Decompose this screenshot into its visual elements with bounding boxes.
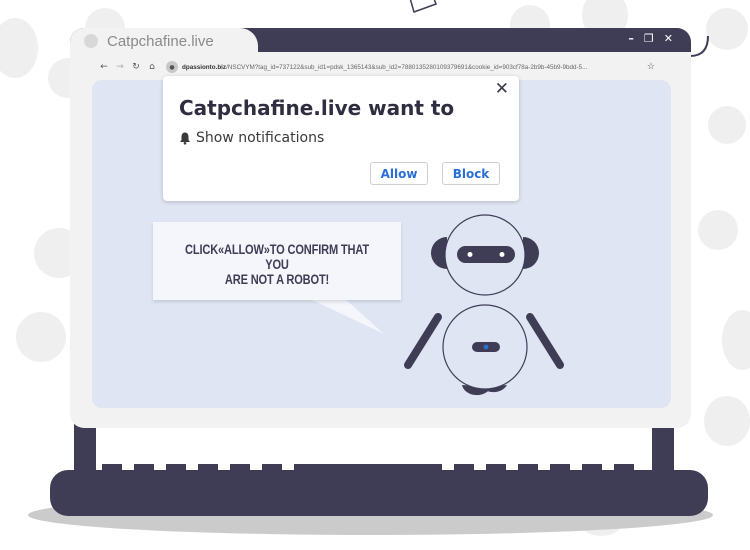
speech-tail	[308, 298, 384, 334]
captcha-instruction: CLICK«ALLOW»TO CONFIRM THAT YOU ARE NOT …	[175, 242, 378, 287]
background-bubble	[704, 396, 750, 446]
close-window-icon[interactable]: ✕	[664, 32, 673, 45]
minimize-icon[interactable]: –	[628, 32, 634, 45]
robot-arm-right	[526, 313, 564, 369]
background-bubble	[708, 106, 746, 144]
speech-bubble: CLICK«ALLOW»TO CONFIRM THAT YOU ARE NOT …	[153, 222, 401, 300]
robot-illustration	[404, 214, 564, 396]
instruction-line-1: CLICK«ALLOW»TO CONFIRM THAT YOU	[185, 242, 369, 272]
forward-icon[interactable]: →	[112, 62, 128, 72]
address-bar: ← → ↻ ⌂ ● dpassionto.biz/NSCVYM?tag_id=7…	[70, 56, 691, 78]
back-icon[interactable]: ←	[96, 62, 112, 72]
url-domain: dpassionto.biz	[182, 63, 227, 71]
home-icon[interactable]: ⌂	[144, 62, 160, 72]
permission-text: Show notifications	[196, 130, 325, 146]
window-controls: – ❐ ✕	[628, 32, 673, 45]
background-bubble	[706, 8, 748, 50]
globe-icon	[84, 34, 98, 48]
robot-eye-right	[499, 252, 505, 257]
background-bubble	[698, 210, 738, 250]
decorative-outline-shape	[409, 0, 437, 13]
url-path: /NSCVYM?tag_id=737122&sub_id1=pdsk_13651…	[226, 63, 588, 71]
background-bubble	[16, 312, 66, 362]
notification-permission-dialog: ✕ Catpchafine.live want to Show notifica…	[163, 76, 519, 201]
robot-arm-left	[404, 313, 442, 369]
robot-eye-left	[467, 252, 473, 257]
bell-icon	[180, 132, 190, 145]
background-bubble	[722, 310, 750, 370]
decorative-curve	[689, 36, 709, 57]
reload-icon[interactable]: ↻	[128, 62, 144, 72]
browser-tab[interactable]: Catpchafine.live	[70, 28, 258, 54]
laptop-base	[50, 470, 708, 516]
robot-chest-light	[483, 344, 489, 350]
restore-icon[interactable]: ❐	[644, 32, 654, 45]
block-button[interactable]: Block	[442, 162, 500, 185]
allow-button[interactable]: Allow	[370, 162, 428, 185]
dialog-title: Catpchafine.live want to	[179, 96, 455, 120]
lock-icon[interactable]: ●	[166, 61, 178, 73]
robot-visor	[457, 246, 515, 263]
instruction-line-2: ARE NOT A ROBOT!	[224, 272, 330, 287]
close-dialog-icon[interactable]: ✕	[495, 79, 509, 99]
tab-title: Catpchafine.live	[107, 32, 214, 50]
background-bubble	[0, 18, 38, 78]
permission-row: Show notifications	[178, 130, 324, 146]
bookmark-star-icon[interactable]: ☆	[647, 62, 655, 72]
url-field[interactable]: dpassionto.biz/NSCVYM?tag_id=737122&sub_…	[182, 64, 622, 71]
